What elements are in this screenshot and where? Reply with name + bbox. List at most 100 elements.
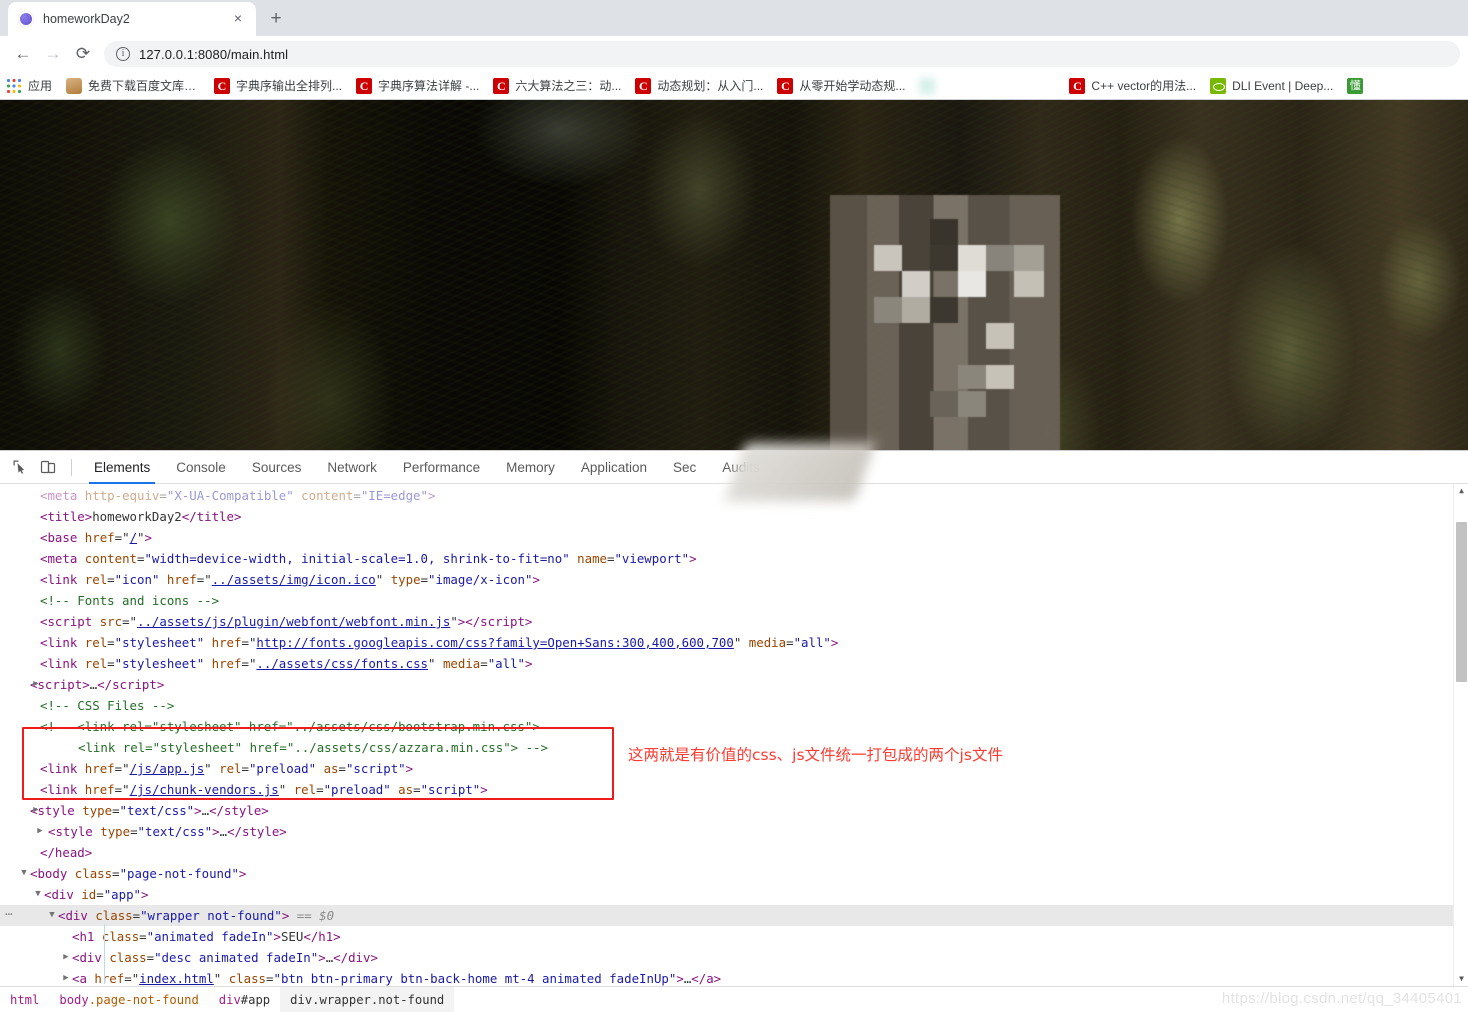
bookmark-csdn-4[interactable]: C 动态规划：从入门... xyxy=(635,77,763,94)
devtools-scrollbar[interactable]: ▲ ▼ xyxy=(1453,484,1468,986)
csdn-icon: C xyxy=(635,77,652,94)
code-line-content: <meta content="width=device-width, initi… xyxy=(40,551,697,566)
code-line[interactable]: </head> xyxy=(0,842,1468,863)
code-line[interactable]: ▼ <div id="app"> xyxy=(0,884,1468,905)
bookmark-apps[interactable]: 应用 xyxy=(6,77,52,94)
code-line-content: </head> xyxy=(40,845,93,860)
code-line[interactable]: ▶ <style type="text/css">…</style> xyxy=(0,821,1468,842)
breadcrumb-item-body[interactable]: body.page-not-found xyxy=(49,987,208,1012)
code-line[interactable]: <script src="../assets/js/plugin/webfont… xyxy=(0,611,1468,632)
code-line-content: <link rel="icon" href="../assets/img/ico… xyxy=(40,572,540,587)
bookmark-label: 免费下载百度文库_... xyxy=(88,79,201,93)
bookmark-dli-event[interactable]: DLI Event | Deep... xyxy=(1210,77,1334,94)
csdn-icon: C xyxy=(493,77,510,94)
mosaic-censor-overlay xyxy=(830,195,1060,450)
code-line[interactable]: <title>homeworkDay2</title> xyxy=(0,506,1468,527)
code-line-content: <!-- Fonts and icons --> xyxy=(40,593,220,608)
forest-background-image xyxy=(0,100,1468,450)
csdn-icon: C xyxy=(356,77,373,94)
tab-performance[interactable]: Performance xyxy=(390,451,493,484)
reload-button[interactable]: ⟳ xyxy=(68,39,98,69)
bookmark-label: 六大算法之三：动... xyxy=(515,79,622,93)
tab-audits[interactable]: Audits xyxy=(709,451,773,484)
code-line-content: <link rel="stylesheet" href="../assets/c… xyxy=(78,740,548,755)
baidu-wenku-icon xyxy=(66,77,83,94)
bookmark-csdn-1[interactable]: C 字典序输出全排列... xyxy=(214,77,342,94)
new-tab-button[interactable]: + xyxy=(262,5,290,33)
breadcrumb: html body.page-not-found div#app div.wra… xyxy=(0,986,1468,1012)
tab-sources[interactable]: Sources xyxy=(239,451,315,484)
code-line[interactable]: <base href="/"> xyxy=(0,527,1468,548)
code-line[interactable]: <link rel="stylesheet" href="http://font… xyxy=(0,632,1468,653)
code-line[interactable]: <link rel="icon" href="../assets/img/ico… xyxy=(0,569,1468,590)
forward-button[interactable]: → xyxy=(38,39,68,69)
tab-console[interactable]: Console xyxy=(163,451,239,484)
bookmark-green[interactable]: 懂 xyxy=(1347,77,1369,94)
code-line[interactable]: <meta content="width=device-width, initi… xyxy=(0,548,1468,569)
breadcrumb-item-app[interactable]: div#app xyxy=(209,987,280,1012)
red-annotation-text: 这两就是有价值的css、js文件统一打包成的两个js文件 xyxy=(628,746,1003,764)
code-line[interactable]: ▶ <style type="text/css">…</style> xyxy=(0,800,1468,821)
breadcrumb-id: #app xyxy=(240,992,271,1007)
breadcrumb-item-html[interactable]: html xyxy=(0,987,49,1012)
code-line[interactable]: <!-- CSS Files --> xyxy=(0,695,1468,716)
scrollbar-thumb[interactable] xyxy=(1456,522,1467,682)
code-line-content: <!-- CSS Files --> xyxy=(40,698,175,713)
bookmark-csdn-5[interactable]: C 从零开始学动态规... xyxy=(777,77,905,94)
expand-triangle-icon[interactable]: ▶ xyxy=(60,947,72,968)
code-line[interactable]: <link href="/js/chunk-vendors.js" rel="p… xyxy=(0,779,1468,800)
green-cn-icon: 懂 xyxy=(1347,77,1364,94)
tab-elements[interactable]: Elements xyxy=(81,451,163,484)
scroll-up-arrow[interactable]: ▲ xyxy=(1454,484,1468,498)
tab-memory[interactable]: Memory xyxy=(493,451,568,484)
close-icon[interactable]: × xyxy=(230,11,246,27)
browser-tab[interactable]: homeworkDay2 × xyxy=(8,2,256,36)
code-line[interactable]: ▶ <a href="index.html" class="btn btn-pri… xyxy=(0,968,1468,986)
devtools-panel: Elements Console Sources Network Perform… xyxy=(0,443,1468,1012)
code-line[interactable]: ▶ <script>…</script> xyxy=(0,674,1468,695)
bookmark-label: DLI Event | Deep... xyxy=(1232,78,1334,93)
expand-triangle-icon[interactable]: ▶ xyxy=(30,674,42,695)
expand-triangle-icon[interactable]: ▼ xyxy=(46,905,58,926)
code-line[interactable]: <!-- <link rel="stylesheet" href="../ass… xyxy=(0,716,1468,737)
breadcrumb-item-wrapper[interactable]: div.wrapper.not-found xyxy=(280,986,455,1012)
devtools-tab-list: Elements Console Sources Network Perform… xyxy=(81,451,773,484)
bookmark-blurred[interactable] xyxy=(919,77,1055,94)
bookmark-cpp-vector[interactable]: C C++ vector的用法... xyxy=(1069,77,1196,94)
code-line-content: <base href="/"> xyxy=(40,530,152,545)
back-button[interactable]: ← xyxy=(8,39,38,69)
expand-triangle-icon[interactable]: ▶ xyxy=(60,968,72,986)
csdn-watermark: https://blog.csdn.net/qq_34405401 xyxy=(1221,990,1462,1007)
bookmark-label: 应用 xyxy=(28,79,53,93)
scroll-down-arrow[interactable]: ▼ xyxy=(1454,972,1468,986)
breadcrumb-tag: div xyxy=(290,992,313,1007)
code-line[interactable]: <h1 class="animated fadeIn">SEU</h1> xyxy=(0,926,1468,947)
code-line[interactable]: <meta http-equiv="X-UA-Compatible" conte… xyxy=(0,485,1468,506)
tab-network[interactable]: Network xyxy=(314,451,390,484)
blurred-bookmark-icon xyxy=(919,77,936,94)
expand-triangle-icon[interactable]: ▶ xyxy=(30,800,42,821)
page-viewport xyxy=(0,100,1468,450)
device-toolbar-icon[interactable] xyxy=(34,454,62,480)
address-bar[interactable]: i 127.0.0.1:8080/main.html xyxy=(104,41,1460,67)
inspect-element-icon[interactable] xyxy=(6,454,34,480)
breadcrumb-tag: body xyxy=(59,992,89,1007)
code-line[interactable]: ⋯ ▼ <div class="wrapper not-found"> == $0 xyxy=(0,905,1468,926)
tab-security[interactable]: Sec xyxy=(660,451,709,484)
code-line[interactable]: ▼ <body class="page-not-found"> xyxy=(0,863,1468,884)
bookmark-csdn-2[interactable]: C 字典序算法详解 -... xyxy=(356,77,479,94)
code-line-content: <meta http-equiv="X-UA-Compatible" conte… xyxy=(40,488,436,503)
code-line[interactable]: ▶ <div class="desc animated fadeIn">…</di… xyxy=(0,947,1468,968)
elements-code-tree[interactable]: <meta http-equiv="X-UA-Compatible" conte… xyxy=(0,484,1468,986)
tab-application[interactable]: Application xyxy=(568,451,660,484)
expand-triangle-icon[interactable]: ▼ xyxy=(18,863,30,884)
page-info-icon[interactable]: i xyxy=(116,47,130,61)
code-line-content: <div class="desc animated fadeIn">…</div… xyxy=(72,950,378,965)
expand-triangle-icon[interactable]: ▶ xyxy=(34,821,46,842)
bookmark-csdn-3[interactable]: C 六大算法之三：动... xyxy=(493,77,621,94)
bookmark-baidu-wenku[interactable]: 免费下载百度文库_... xyxy=(66,77,200,94)
expand-triangle-icon[interactable]: ▼ xyxy=(32,884,44,905)
code-line[interactable]: <!-- Fonts and icons --> xyxy=(0,590,1468,611)
code-line[interactable]: <link rel="stylesheet" href="../assets/c… xyxy=(0,653,1468,674)
navigation-bar: ← → ⟳ i 127.0.0.1:8080/main.html xyxy=(0,36,1468,72)
